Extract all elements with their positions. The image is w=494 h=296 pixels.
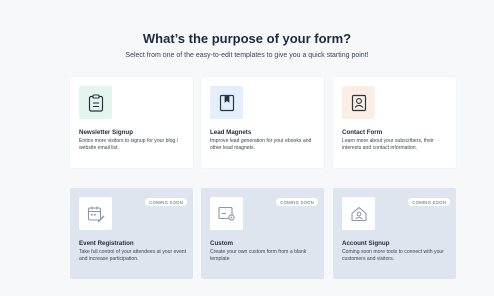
template-card-lead-magnets[interactable]: Lead Magnets Improve lead generation for… [201, 77, 324, 168]
lead-magnets-icon-tile [210, 86, 243, 119]
card-title: Account Signup [342, 240, 390, 247]
page-subtitle: Select from one of the easy-to-edit temp… [125, 52, 369, 59]
calendar-edit-icon [87, 206, 104, 222]
coming-soon-badge: COMING SOON [408, 198, 450, 206]
card-title: Contact Form [342, 129, 383, 136]
clipboard-icon [88, 93, 103, 112]
custom-form-icon [217, 206, 235, 221]
account-icon-tile [342, 197, 375, 230]
card-description: Take full control of your attendees at y… [79, 249, 187, 262]
newsletter-icon-tile [79, 86, 112, 119]
card-title: Custom [210, 240, 234, 247]
card-description: Entice more visitors to signup for your … [79, 138, 179, 151]
template-card-newsletter-signup[interactable]: Newsletter Signup Entice more visitors t… [70, 77, 193, 168]
card-description: Improve lead generation for your ebooks … [210, 138, 312, 151]
card-description: Learn more about your subscribers, their… [342, 138, 434, 151]
coming-soon-badge: COMING SOON [276, 198, 318, 206]
template-card-account-signup: COMING SOON Account Signup Coming soon m… [333, 188, 456, 279]
card-description: Coming soon more tools to connect with y… [342, 249, 444, 262]
contact-icon [351, 94, 366, 111]
template-card-contact-form[interactable]: Contact Form Learn more about your subsc… [333, 77, 456, 168]
event-icon-tile [79, 197, 112, 230]
contact-form-icon-tile [342, 86, 375, 119]
page-header: What’s the purpose of your form? Select … [0, 31, 494, 60]
account-icon [350, 206, 367, 221]
card-title: Lead Magnets [210, 129, 252, 136]
card-title: Event Registration [79, 240, 134, 247]
template-card-custom: COMING SOON Custom Create your own custo… [201, 188, 324, 279]
card-description: Create your own custom form from a blank… [210, 249, 307, 262]
custom-icon-tile [210, 197, 243, 230]
card-title: Newsletter Signup [79, 129, 133, 136]
coming-soon-badge: COMING SOON [145, 198, 187, 206]
book-icon [219, 94, 234, 111]
page-title: What’s the purpose of your form? [142, 31, 352, 46]
template-card-event-registration: COMING SOON Event Registration Take full… [70, 188, 193, 279]
